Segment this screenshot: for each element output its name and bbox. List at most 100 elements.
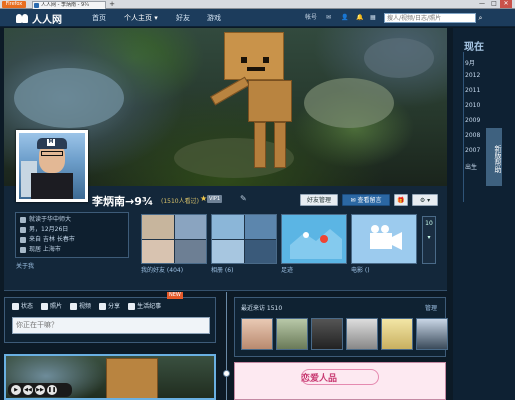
info-hometown: 来自 吉林 长春市 bbox=[20, 235, 124, 245]
settings-menu-button[interactable]: ⚙ ▾ bbox=[412, 194, 438, 206]
vip-badge[interactable]: VIP1 bbox=[207, 195, 223, 203]
birthday-icon bbox=[20, 227, 26, 233]
timeline-now[interactable]: 现在 bbox=[464, 38, 484, 53]
view-messages-button[interactable]: ✉ 查看留言 bbox=[342, 194, 390, 206]
tab-title: 人人网 - 李炳南 - 9¾ bbox=[41, 2, 89, 8]
more-apps-button[interactable]: 10 ▾ bbox=[422, 216, 436, 264]
favicon-icon bbox=[34, 3, 39, 8]
promo-card[interactable]: 恋爱人品 bbox=[234, 362, 446, 400]
minimize-button[interactable]: — bbox=[476, 0, 488, 8]
friend-manage-button[interactable]: 好友管理 bbox=[300, 194, 338, 206]
timeline-entry[interactable]: 2010 bbox=[465, 102, 480, 109]
timeline-entry[interactable]: 2009 bbox=[465, 117, 480, 124]
feed-cover-card[interactable]: ▶ ◀◀ ▶▶ ❚❚ bbox=[4, 354, 216, 400]
nav-message-icon[interactable]: ✉ bbox=[326, 13, 331, 23]
nav-app-icon[interactable]: ▦ bbox=[370, 13, 376, 23]
info-residence: 现居 上海市 bbox=[20, 245, 124, 255]
timeline-entry[interactable]: 出生 bbox=[465, 162, 477, 171]
nav-home[interactable]: 首页 bbox=[92, 13, 106, 23]
section-divider bbox=[4, 290, 447, 291]
photo-icon bbox=[41, 303, 49, 310]
profile-info-box: 就读于华中师大 男，12月26日 来自 吉林 长春市 现居 上海市 bbox=[15, 212, 129, 258]
cardboard-robot-head bbox=[224, 32, 284, 80]
visitor-avatar[interactable] bbox=[346, 318, 378, 350]
timeline-entry[interactable]: 9月 bbox=[465, 58, 475, 67]
promo-text: 恋爱人品 bbox=[301, 374, 338, 384]
visitor-avatar[interactable] bbox=[381, 318, 413, 350]
nav-notification-icon[interactable]: 🔔 bbox=[356, 13, 363, 23]
tab-photo[interactable]: 照片 bbox=[38, 301, 65, 312]
cardboard-robot-leg bbox=[274, 122, 286, 168]
new-version-help-tab[interactable]: 新版帮助 bbox=[486, 128, 502, 186]
movies-label[interactable]: 电影 () bbox=[351, 265, 370, 274]
friends-thumb[interactable] bbox=[141, 214, 207, 264]
previous-icon[interactable]: ◀◀ bbox=[23, 385, 33, 395]
timeline-entry[interactable]: 2007 bbox=[465, 147, 480, 154]
next-icon[interactable]: ▶▶ bbox=[35, 385, 45, 395]
tab-status[interactable]: 状态 bbox=[9, 301, 36, 312]
home-icon bbox=[20, 237, 26, 243]
search-icon[interactable]: ⌕ bbox=[476, 13, 485, 23]
visit-count: (1510人看过) bbox=[161, 198, 199, 205]
profile-name: 李炳南→9¾ bbox=[92, 195, 154, 208]
avatar[interactable]: M bbox=[16, 130, 88, 202]
timeline-entry[interactable]: 2008 bbox=[465, 132, 480, 139]
video-icon bbox=[70, 303, 78, 310]
browser-tab[interactable]: 人人网 - 李炳南 - 9¾ bbox=[32, 1, 106, 9]
info-school: 就读于华中师大 bbox=[20, 215, 124, 225]
cardboard-robot-body bbox=[248, 80, 292, 122]
nav-account[interactable]: 帐号 bbox=[305, 13, 317, 23]
firefox-menu-button[interactable]: Firefox bbox=[2, 1, 26, 8]
timeline-entry[interactable]: 2011 bbox=[465, 87, 480, 94]
share-icon bbox=[99, 303, 107, 310]
albums-thumb[interactable] bbox=[211, 214, 277, 264]
pause-icon[interactable]: ❚❚ bbox=[47, 385, 57, 395]
nav-games[interactable]: 游戏 bbox=[207, 13, 221, 23]
renren-logo-icon bbox=[16, 13, 30, 24]
new-badge: NEW bbox=[167, 292, 183, 299]
tab-video[interactable]: 视频 bbox=[67, 301, 94, 312]
tab-share[interactable]: 分享 bbox=[96, 301, 123, 312]
recent-visitors-title: 最近来访 1510 bbox=[241, 305, 283, 312]
movies-thumb[interactable] bbox=[351, 214, 417, 264]
nav-friends[interactable]: 好友 bbox=[176, 13, 190, 23]
recent-visitors-panel: 最近来访 1510 管理 bbox=[234, 297, 448, 357]
timeline-dot bbox=[223, 370, 230, 377]
visitor-avatar[interactable] bbox=[416, 318, 448, 350]
timeline-line bbox=[463, 52, 464, 202]
school-icon bbox=[20, 217, 26, 223]
status-input[interactable] bbox=[12, 317, 210, 334]
logo-text: 人人网 bbox=[32, 14, 62, 26]
visitor-avatar[interactable] bbox=[276, 318, 308, 350]
close-window-button[interactable]: ✕ bbox=[500, 0, 512, 8]
life-event-icon bbox=[128, 303, 136, 310]
visitor-avatar[interactable] bbox=[241, 318, 273, 350]
location-icon bbox=[20, 247, 26, 253]
friends-label[interactable]: 我的好友 (404) bbox=[141, 265, 183, 274]
nav-friend-request-icon[interactable]: 👤 bbox=[341, 13, 348, 23]
renren-logo[interactable]: 人人网 bbox=[16, 11, 62, 26]
edit-icon[interactable]: ✎ bbox=[240, 194, 247, 203]
about-me-link[interactable]: 关于我 bbox=[16, 261, 34, 270]
timeline-sidebar: 现在 9月 2012 2011 2010 2009 2008 2007 出生 新… bbox=[453, 28, 515, 400]
status-icon bbox=[12, 303, 19, 310]
nav-profile[interactable]: 个人主页 ▾ bbox=[124, 13, 158, 23]
play-icon[interactable]: ▶ bbox=[11, 385, 21, 395]
new-tab-button[interactable]: + bbox=[108, 1, 116, 8]
publisher-tabs: 状态 照片 视频 分享 生活纪事 bbox=[9, 301, 164, 312]
timeline-entry[interactable]: 2012 bbox=[465, 72, 480, 79]
footprint-label[interactable]: 足迹 bbox=[281, 265, 293, 274]
manage-visitors-link[interactable]: 管理 bbox=[425, 303, 437, 312]
profile-header: M 李炳南→9¾ (1510人看过) ★ VIP1 ✎ 好友管理 ✉ 查看留言 … bbox=[4, 130, 447, 290]
footprint-map-thumb[interactable] bbox=[281, 214, 347, 264]
tab-life-event[interactable]: 生活纪事 bbox=[125, 301, 164, 312]
search-input[interactable] bbox=[384, 13, 476, 23]
maximize-button[interactable]: □ bbox=[488, 0, 500, 8]
more-count: 10 bbox=[425, 220, 433, 227]
status-publisher: 状态 照片 视频 分享 生活纪事 NEW bbox=[4, 292, 216, 343]
albums-label[interactable]: 相册 (6) bbox=[211, 265, 233, 274]
gift-icon[interactable]: 🎁 bbox=[394, 194, 408, 206]
visitor-avatar[interactable] bbox=[311, 318, 343, 350]
avatar-photo: M bbox=[19, 133, 85, 199]
timeline-center-line bbox=[226, 292, 227, 400]
